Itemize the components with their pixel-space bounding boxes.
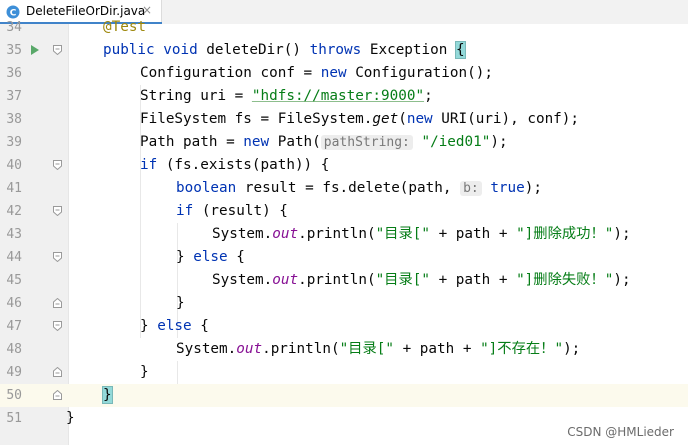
code-text: } else { <box>140 318 209 334</box>
code-text: } <box>66 410 75 426</box>
code-text: } else { <box>176 249 245 265</box>
code-line: 48 System.out.println("目录[" + path + "]不… <box>0 338 688 361</box>
line-number: 42 <box>6 204 22 219</box>
line-number: 35 <box>6 43 22 58</box>
watermark: CSDN @HMLieder <box>567 425 674 439</box>
code-line: 42 if (result) { <box>0 200 688 223</box>
parameter-hint: pathString: <box>320 135 413 150</box>
line-number: 39 <box>6 135 22 150</box>
code-text: public void deleteDir() throws Exception… <box>103 41 466 59</box>
code-text: Configuration conf = new Configuration()… <box>140 65 493 81</box>
code-text: if (result) { <box>176 203 288 219</box>
code-line: 37 String uri = "hdfs://master:9000"; <box>0 85 688 108</box>
line-number: 36 <box>6 66 22 81</box>
fold-expand-end-icon[interactable] <box>53 298 62 308</box>
line-number: 51 <box>6 411 22 426</box>
code-text: String uri = "hdfs://master:9000"; <box>140 88 433 104</box>
annotation-test: @Test <box>103 19 147 35</box>
brace-match: { <box>454 41 466 59</box>
code-line: 41 boolean result = fs.delete(path, b: t… <box>0 177 688 200</box>
line-number: 43 <box>6 227 22 242</box>
code-line-current: 50 } <box>0 384 688 407</box>
fold-collapse-icon[interactable] <box>53 160 62 170</box>
line-number: 38 <box>6 112 22 127</box>
code-text: System.out.println("目录[" + path + "]删除失败… <box>212 272 631 288</box>
fold-collapse-icon[interactable] <box>53 252 62 262</box>
code-line: 45 System.out.println("目录[" + path + "]删… <box>0 269 688 292</box>
code-line: 40 if (fs.exists(path)) { <box>0 154 688 177</box>
code-text: } <box>102 384 113 407</box>
line-number: 34 <box>6 20 22 35</box>
line-number: 48 <box>6 342 22 357</box>
line-number: 50 <box>6 388 22 403</box>
line-number: 44 <box>6 250 22 265</box>
fold-collapse-icon[interactable] <box>53 321 62 331</box>
code-line: 39 Path path = new Path(pathString: "/ie… <box>0 131 688 154</box>
code-text: FileSystem fs = FileSystem.get(new URI(u… <box>140 111 579 127</box>
code-text: System.out.println("目录[" + path + "]删除成功… <box>212 226 631 242</box>
code-line: 49 } <box>0 361 688 384</box>
fold-collapse-icon[interactable] <box>53 206 62 216</box>
code-text: boolean result = fs.delete(path, b: true… <box>176 180 542 196</box>
code-text: } <box>176 295 185 311</box>
line-number: 46 <box>6 296 22 311</box>
code-line: 46 } <box>0 292 688 315</box>
tab-close-icon[interactable]: × <box>142 3 152 17</box>
line-number: 41 <box>6 181 22 196</box>
code-text: System.out.println("目录[" + path + "]不存在！… <box>176 341 581 357</box>
code-text: Path path = new Path(pathString: "/ied01… <box>140 134 508 150</box>
code-line: 36 Configuration conf = new Configuratio… <box>0 62 688 85</box>
code-line: 38 FileSystem fs = FileSystem.get(new UR… <box>0 108 688 131</box>
line-number: 37 <box>6 89 22 104</box>
code-line: 44 } else { <box>0 246 688 269</box>
line-number: 40 <box>6 158 22 173</box>
run-test-icon[interactable] <box>31 45 39 55</box>
fold-expand-end-icon[interactable] <box>53 367 62 377</box>
code-line: 47 } else { <box>0 315 688 338</box>
fold-collapse-icon[interactable] <box>53 45 62 55</box>
code-line: 35 public void deleteDir() throws Except… <box>0 39 688 62</box>
parameter-hint: b: <box>460 181 482 196</box>
code-text: } <box>140 364 149 380</box>
code-text: if (fs.exists(path)) { <box>140 157 330 173</box>
line-number: 47 <box>6 319 22 334</box>
code-line: 43 System.out.println("目录[" + path + "]删… <box>0 223 688 246</box>
line-number: 45 <box>6 273 22 288</box>
brace-match: } <box>102 386 113 404</box>
fold-expand-end-icon[interactable] <box>53 390 62 400</box>
line-number: 49 <box>6 365 22 380</box>
